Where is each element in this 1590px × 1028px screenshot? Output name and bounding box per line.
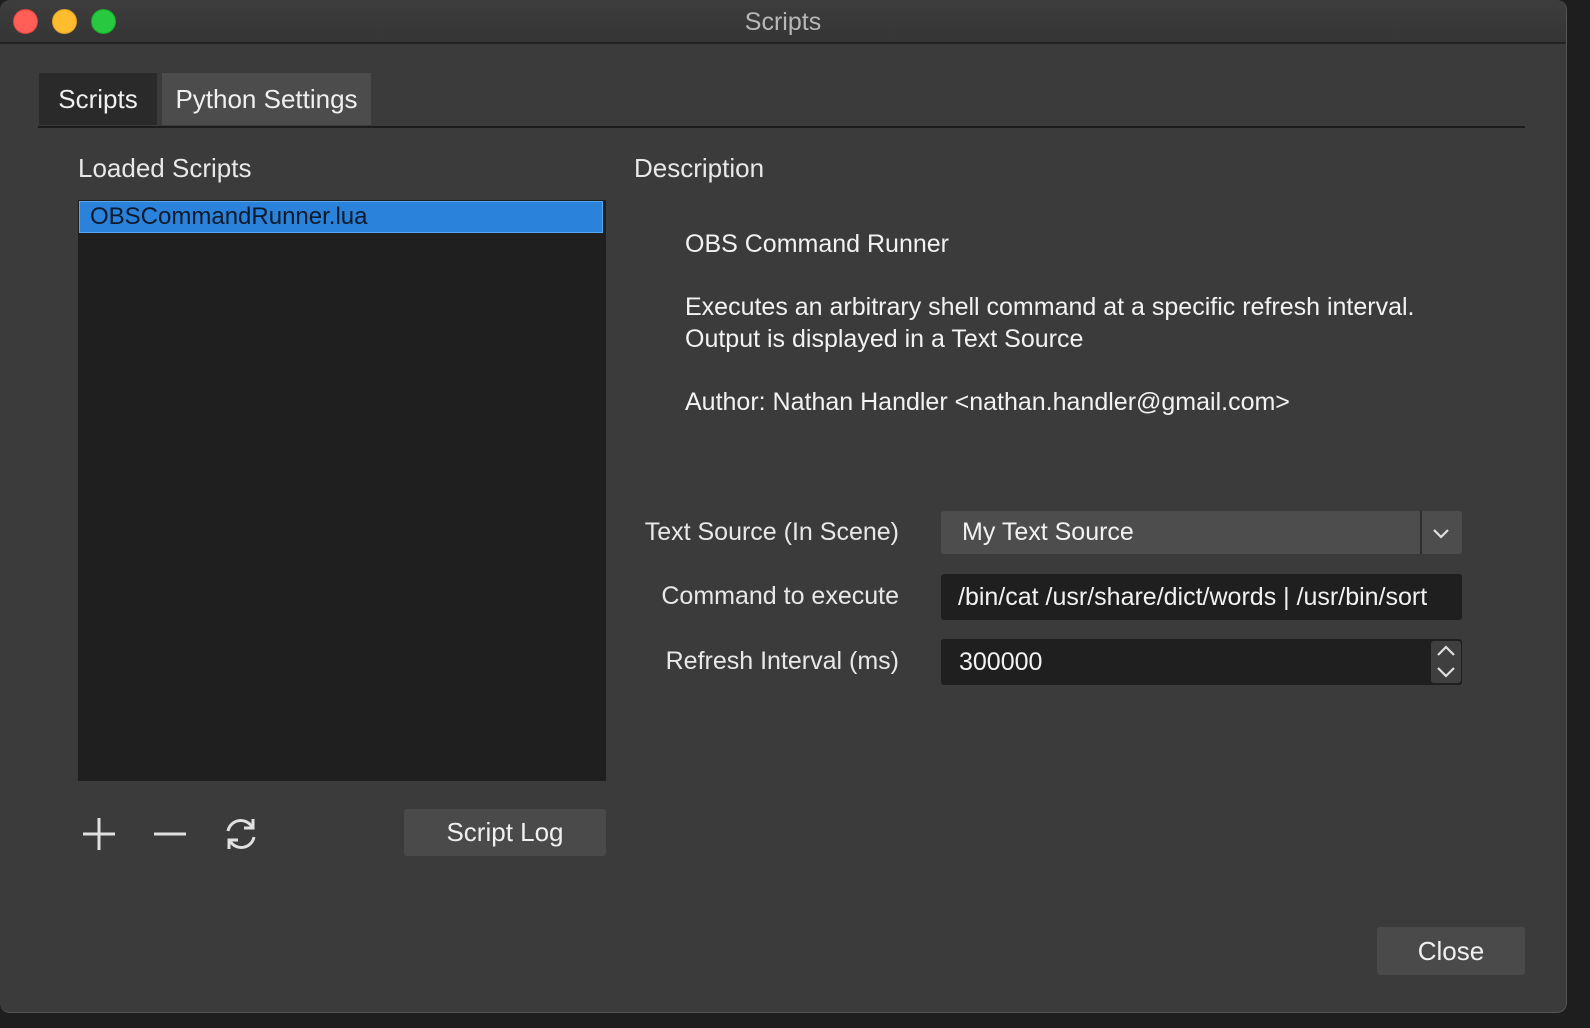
description-line-2: Output is displayed in a Text Source xyxy=(685,325,1084,353)
tab-divider xyxy=(38,126,1525,128)
refresh-interval-label: Refresh Interval (ms) xyxy=(665,647,899,675)
close-button[interactable]: Close xyxy=(1377,927,1525,975)
script-log-button[interactable]: Script Log xyxy=(404,809,606,856)
title-bar[interactable]: Scripts xyxy=(0,0,1566,44)
script-title: OBS Command Runner xyxy=(685,230,950,258)
command-label: Command to execute xyxy=(661,582,899,610)
reload-scripts-button[interactable] xyxy=(219,812,263,856)
script-author: Author: Nathan Handler <nathan.handler@g… xyxy=(685,388,1290,416)
scripts-window: Scripts Scripts Python Settings Loaded S… xyxy=(0,0,1567,1013)
text-source-value: My Text Source xyxy=(962,518,1134,546)
loaded-scripts-label: Loaded Scripts xyxy=(78,153,252,183)
description-label: Description xyxy=(634,153,765,183)
chevron-down-icon[interactable] xyxy=(1434,663,1458,681)
loaded-scripts-list[interactable]: OBSCommandRunner.lua xyxy=(78,200,606,781)
refresh-interval-value: 300000 xyxy=(959,648,1043,676)
minus-icon xyxy=(154,832,186,836)
plus-icon xyxy=(83,818,115,850)
tab-python-settings[interactable]: Python Settings xyxy=(162,73,371,125)
text-source-label: Text Source (In Scene) xyxy=(644,518,899,546)
refresh-interval-stepper[interactable] xyxy=(1431,641,1461,683)
refresh-icon xyxy=(226,819,256,849)
remove-script-button[interactable] xyxy=(148,812,192,856)
description-line-1: Executes an arbitrary shell command at a… xyxy=(685,293,1415,321)
command-value: /bin/cat /usr/share/dict/words | /usr/bi… xyxy=(958,583,1428,611)
chevron-down-icon[interactable] xyxy=(1429,521,1453,545)
command-input[interactable]: /bin/cat /usr/share/dict/words | /usr/bi… xyxy=(941,574,1462,620)
text-source-select[interactable]: My Text Source xyxy=(941,511,1462,554)
tab-scripts[interactable]: Scripts xyxy=(39,73,157,125)
chevron-up-icon[interactable] xyxy=(1434,642,1458,660)
add-script-button[interactable] xyxy=(77,812,121,856)
window-title: Scripts xyxy=(744,8,822,36)
refresh-interval-input[interactable]: 300000 xyxy=(941,639,1462,685)
list-item[interactable]: OBSCommandRunner.lua xyxy=(79,201,603,233)
select-divider xyxy=(1420,511,1422,554)
